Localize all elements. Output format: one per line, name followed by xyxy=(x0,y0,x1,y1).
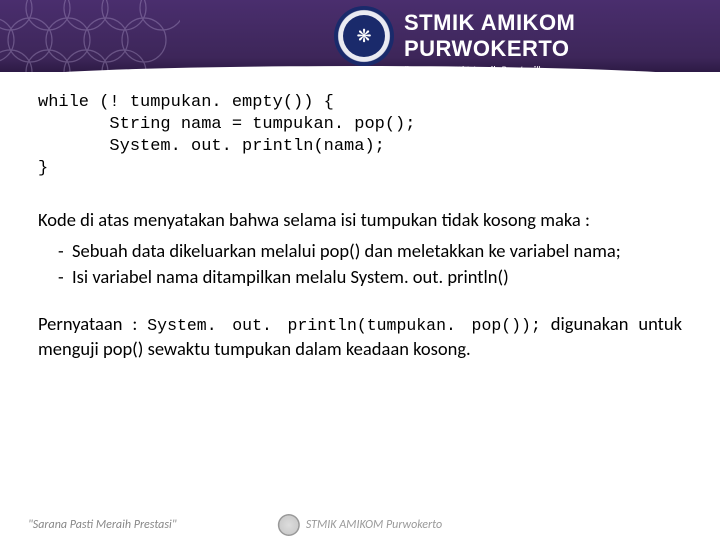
list-item: Sebuah data dikeluarkan melalui pop() da… xyxy=(72,239,682,263)
code-line: String nama = tumpukan. pop(); xyxy=(38,115,415,134)
text-run: Pernyataan : xyxy=(38,312,147,335)
slide-header: ❋ STMIK AMIKOM PURWOKERTO "Sarana Pasti … xyxy=(0,0,720,72)
bullet-list: Sebuah data dikeluarkan melalui pop() da… xyxy=(38,239,682,290)
paragraph-statement: Pernyataan : System. out. println(tumpuk… xyxy=(38,312,682,362)
slide-content: while (! tumpukan. empty()) { String nam… xyxy=(0,72,720,361)
brand-name: STMIK AMIKOM PURWOKERTO xyxy=(404,10,720,62)
slide-footer: "Sarana Pasti Meraih Prestasi" STMIK AMI… xyxy=(0,510,720,540)
institution-seal-icon: ❋ xyxy=(334,6,394,66)
code-line: } xyxy=(38,159,48,178)
code-line: while (! tumpukan. empty()) { xyxy=(38,93,334,112)
list-item: Isi variabel nama ditampilkan melalu Sys… xyxy=(72,265,682,289)
footer-seal-icon xyxy=(278,514,300,536)
paragraph-intro: Kode di atas menyatakan bahwa selama isi… xyxy=(38,208,682,232)
code-line: System. out. println(nama); xyxy=(38,137,385,156)
inline-code: System. out. println(tumpukan. pop()); xyxy=(147,316,541,335)
brand-block: STMIK AMIKOM PURWOKERTO "Sarana Pasti Me… xyxy=(404,10,720,72)
footer-brand-text: STMIK AMIKOM Purwokerto xyxy=(306,518,442,532)
footer-brand: STMIK AMIKOM Purwokerto xyxy=(278,514,442,536)
decorative-circles xyxy=(0,0,180,72)
code-block: while (! tumpukan. empty()) { String nam… xyxy=(38,92,682,180)
brand-tagline: "Sarana Pasti Meraih Prestasi" xyxy=(404,64,720,72)
